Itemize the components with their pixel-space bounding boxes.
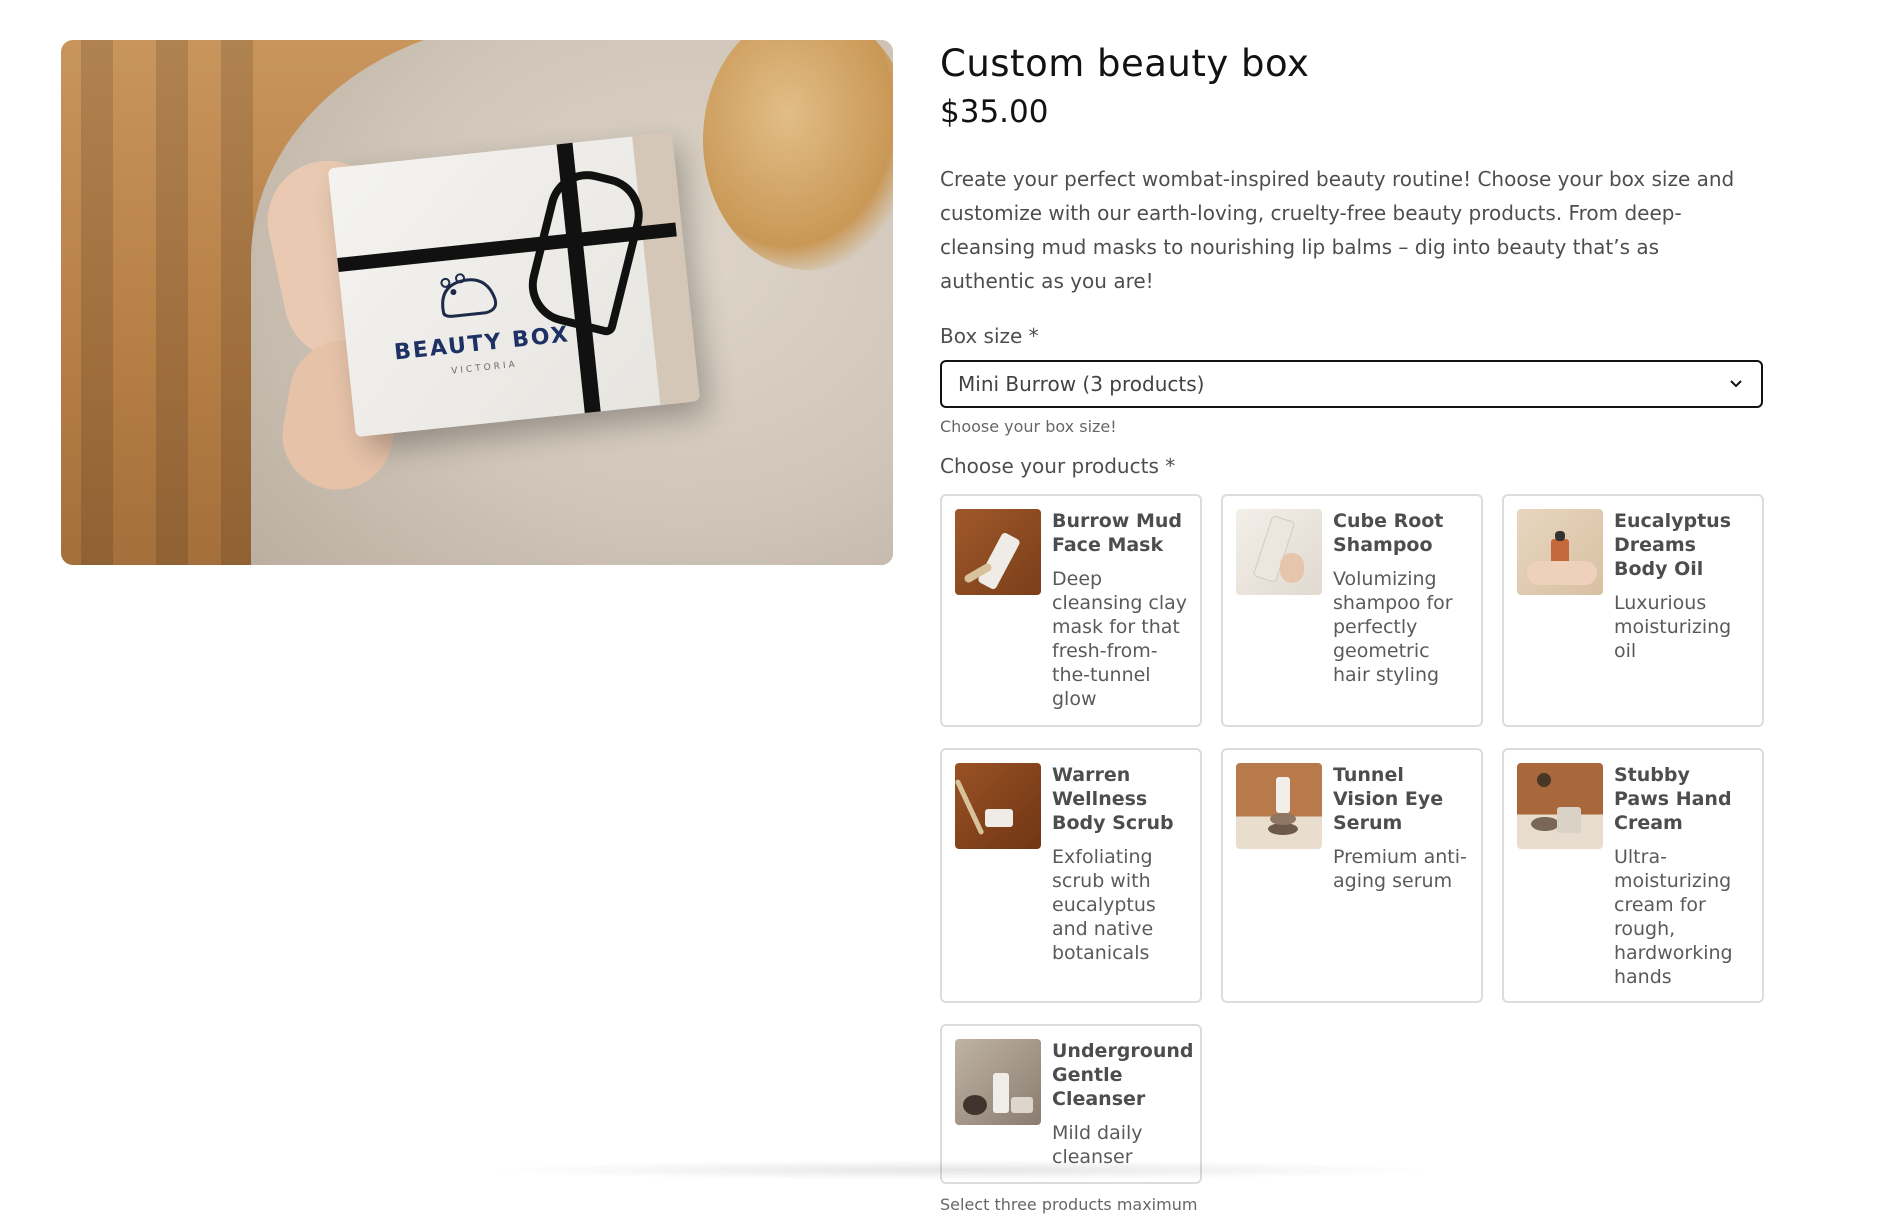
product-title: Custom beauty box [940,42,1310,85]
product-thumbnail [1517,509,1603,595]
product-thumbnail [955,1039,1041,1125]
product-thumbnail [955,763,1041,849]
products-help: Select three products maximum [940,1195,1198,1214]
product-thumbnail [1236,763,1322,849]
box-size-selected-value: Mini Burrow (3 products) [958,372,1205,396]
product-info: Custom beauty box $35.00 Create your per… [940,40,1765,1218]
curtain-fold [81,40,113,565]
sticky-bar-shadow [480,1160,1440,1180]
gift-box: BEAUTY BOX VICTORIA [327,132,701,438]
product-image[interactable]: BEAUTY BOX VICTORIA [61,40,893,565]
product-title: Underground Gentle Cleanser [1052,1040,1194,1110]
product-description: Luxurious moisturizing oil [1614,592,1732,662]
product-description: Deep cleansing clay mask for that fresh-… [1052,568,1188,710]
chevron-down-icon [1729,362,1743,423]
product-thumbnail [955,509,1041,595]
product-title: Stubby Paws Hand Cream [1614,764,1732,834]
product-option-tunnel-vision-eye-serum[interactable]: Tunnel Vision Eye Serum Premium anti-agi… [1221,748,1483,1003]
product-description: Exfoliating scrub with eucalyptus and na… [1052,846,1156,964]
curtain-fold [221,40,253,565]
products-label: Choose your products * [940,454,1176,478]
product-title: Warren Wellness Body Scrub [1052,764,1174,834]
box-size-label: Box size * [940,324,1039,348]
curtain-fold [156,40,188,565]
product-option-warren-wellness-body-scrub[interactable]: Warren Wellness Body Scrub Exfoliating s… [940,748,1202,1003]
ribbon-bow [520,162,652,338]
product-description: Volumizing shampoo for perfectly geometr… [1333,568,1453,686]
product-option-cube-root-shampoo[interactable]: Cube Root Shampoo Volumizing shampoo for… [1221,494,1483,727]
product-description: Ultra-moisturizing cream for rough, hard… [1614,846,1733,988]
product-title: Tunnel Vision Eye Serum [1333,764,1444,834]
product-price: $35.00 [940,94,1049,130]
product-description: Premium anti-aging serum [1333,846,1467,892]
product-title: Eucalyptus Dreams Body Oil [1614,510,1732,580]
product-description: Create your perfect wombat-inspired beau… [940,167,1735,293]
product-thumbnail [1236,509,1322,595]
product-option-burrow-mud-face-mask[interactable]: Burrow Mud Face Mask Deep cleansing clay… [940,494,1202,727]
product-option-stubby-paws-hand-cream[interactable]: Stubby Paws Hand Cream Ultra-moisturizin… [1502,748,1764,1003]
box-size-select[interactable]: Mini Burrow (3 products) [940,360,1763,408]
product-options-grid: Burrow Mud Face Mask Deep cleansing clay… [940,494,1764,1184]
product-thumbnail [1517,763,1603,849]
product-title: Burrow Mud Face Mask [1052,510,1183,556]
product-option-eucalyptus-dreams-body-oil[interactable]: Eucalyptus Dreams Body Oil Luxurious moi… [1502,494,1764,727]
box-size-help: Choose your box size! [940,417,1117,436]
product-title: Cube Root Shampoo [1333,510,1444,556]
